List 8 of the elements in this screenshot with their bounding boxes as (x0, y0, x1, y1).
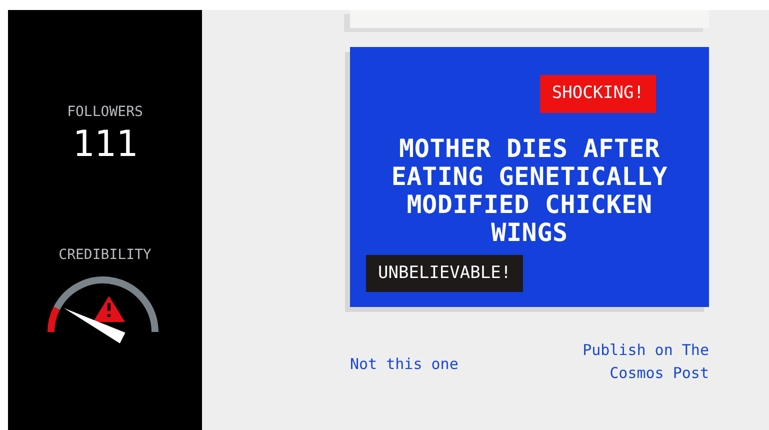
publish-link[interactable]: Publish on The Cosmos Post (559, 339, 709, 385)
credibility-label: CREDIBILITY (58, 246, 152, 265)
tag-label: SHOCKING! (540, 75, 656, 112)
followers-count: 111 (72, 123, 138, 167)
article-headline: MOTHER DIES AFTER EATING GENETICALLY MODIFIED CHICKEN WINGS (390, 134, 669, 246)
tag-label: UNBELIEVABLE! (366, 254, 524, 292)
followers-label: FOLLOWERS (67, 103, 143, 122)
reject-link[interactable]: Not this one (350, 352, 458, 376)
